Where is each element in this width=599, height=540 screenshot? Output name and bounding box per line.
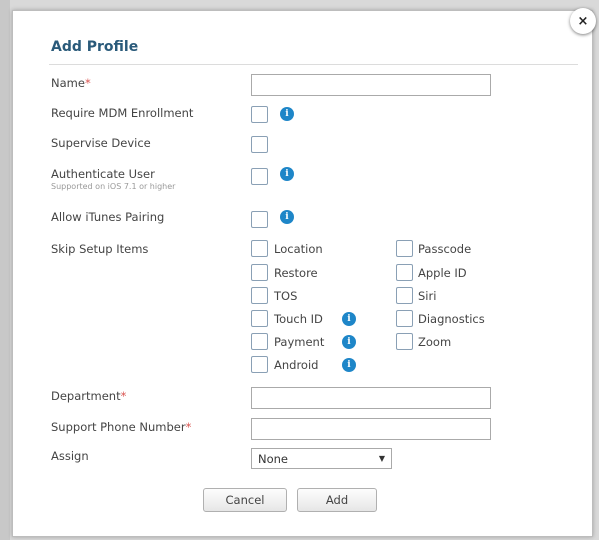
supervise-device-label: Supervise Device xyxy=(51,136,151,150)
skip-diagnostics-label: Diagnostics xyxy=(418,312,485,326)
assign-selected-value: None xyxy=(258,451,289,466)
department-label-text: Department xyxy=(51,389,121,403)
add-profile-dialog: × Add Profile Name* Require MDM Enrollme… xyxy=(12,8,596,537)
skip-apple-id-checkbox[interactable] xyxy=(396,264,413,281)
skip-passcode-label: Passcode xyxy=(418,242,472,256)
close-button[interactable]: × xyxy=(570,8,596,34)
skip-passcode-checkbox[interactable] xyxy=(396,240,413,257)
skip-siri-label: Siri xyxy=(418,289,437,303)
skip-restore-checkbox[interactable] xyxy=(251,264,268,281)
chevron-down-icon: ▼ xyxy=(378,454,385,463)
skip-siri-checkbox[interactable] xyxy=(396,287,413,304)
skip-tos-checkbox[interactable] xyxy=(251,287,268,304)
info-icon[interactable]: i xyxy=(342,312,356,326)
backdrop xyxy=(0,0,10,540)
support-phone-label: Support Phone Number* xyxy=(51,420,191,434)
name-label-text: Name xyxy=(51,76,85,90)
skip-tos-label: TOS xyxy=(274,289,298,303)
require-mdm-checkbox[interactable] xyxy=(251,106,268,123)
name-label: Name* xyxy=(51,76,91,90)
close-icon: × xyxy=(577,13,589,29)
authenticate-user-checkbox[interactable] xyxy=(251,168,268,185)
itunes-pairing-checkbox[interactable] xyxy=(251,211,268,228)
skip-diagnostics-checkbox[interactable] xyxy=(396,310,413,327)
skip-restore-label: Restore xyxy=(274,266,318,280)
info-icon[interactable]: i xyxy=(342,358,356,372)
supervise-device-checkbox[interactable] xyxy=(251,136,268,153)
require-mdm-label: Require MDM Enrollment xyxy=(51,106,194,120)
info-icon[interactable]: i xyxy=(342,335,356,349)
support-phone-input[interactable] xyxy=(251,418,491,440)
title-divider xyxy=(49,64,578,65)
skip-payment-checkbox[interactable] xyxy=(251,333,268,350)
info-icon[interactable]: i xyxy=(280,210,294,224)
info-icon[interactable]: i xyxy=(280,167,294,181)
skip-location-checkbox[interactable] xyxy=(251,240,268,257)
skip-apple-id-label: Apple ID xyxy=(418,266,467,280)
skip-touch-id-checkbox[interactable] xyxy=(251,310,268,327)
itunes-pairing-label: Allow iTunes Pairing xyxy=(51,210,165,224)
assign-select[interactable]: None ▼ xyxy=(251,448,392,469)
skip-android-label: Android xyxy=(274,358,319,372)
required-mark: * xyxy=(185,420,192,434)
skip-android-checkbox[interactable] xyxy=(251,356,268,373)
department-input[interactable] xyxy=(251,387,491,409)
authenticate-user-note: Supported on iOS 7.1 or higher xyxy=(51,182,176,191)
required-mark: * xyxy=(120,389,127,403)
skip-payment-label: Payment xyxy=(274,335,325,349)
dialog-title: Add Profile xyxy=(51,39,139,55)
skip-zoom-checkbox[interactable] xyxy=(396,333,413,350)
skip-location-label: Location xyxy=(274,242,323,256)
assign-label: Assign xyxy=(51,449,89,463)
name-input[interactable] xyxy=(251,74,491,96)
skip-touch-id-label: Touch ID xyxy=(274,312,323,326)
department-label: Department* xyxy=(51,389,126,403)
skip-zoom-label: Zoom xyxy=(418,335,452,349)
skip-setup-label: Skip Setup Items xyxy=(51,242,149,256)
authenticate-user-label: Authenticate User xyxy=(51,167,155,181)
cancel-button[interactable]: Cancel xyxy=(203,488,287,512)
support-phone-label-text: Support Phone Number xyxy=(51,420,186,434)
required-mark: * xyxy=(84,76,91,90)
add-button[interactable]: Add xyxy=(297,488,377,512)
info-icon[interactable]: i xyxy=(280,107,294,121)
